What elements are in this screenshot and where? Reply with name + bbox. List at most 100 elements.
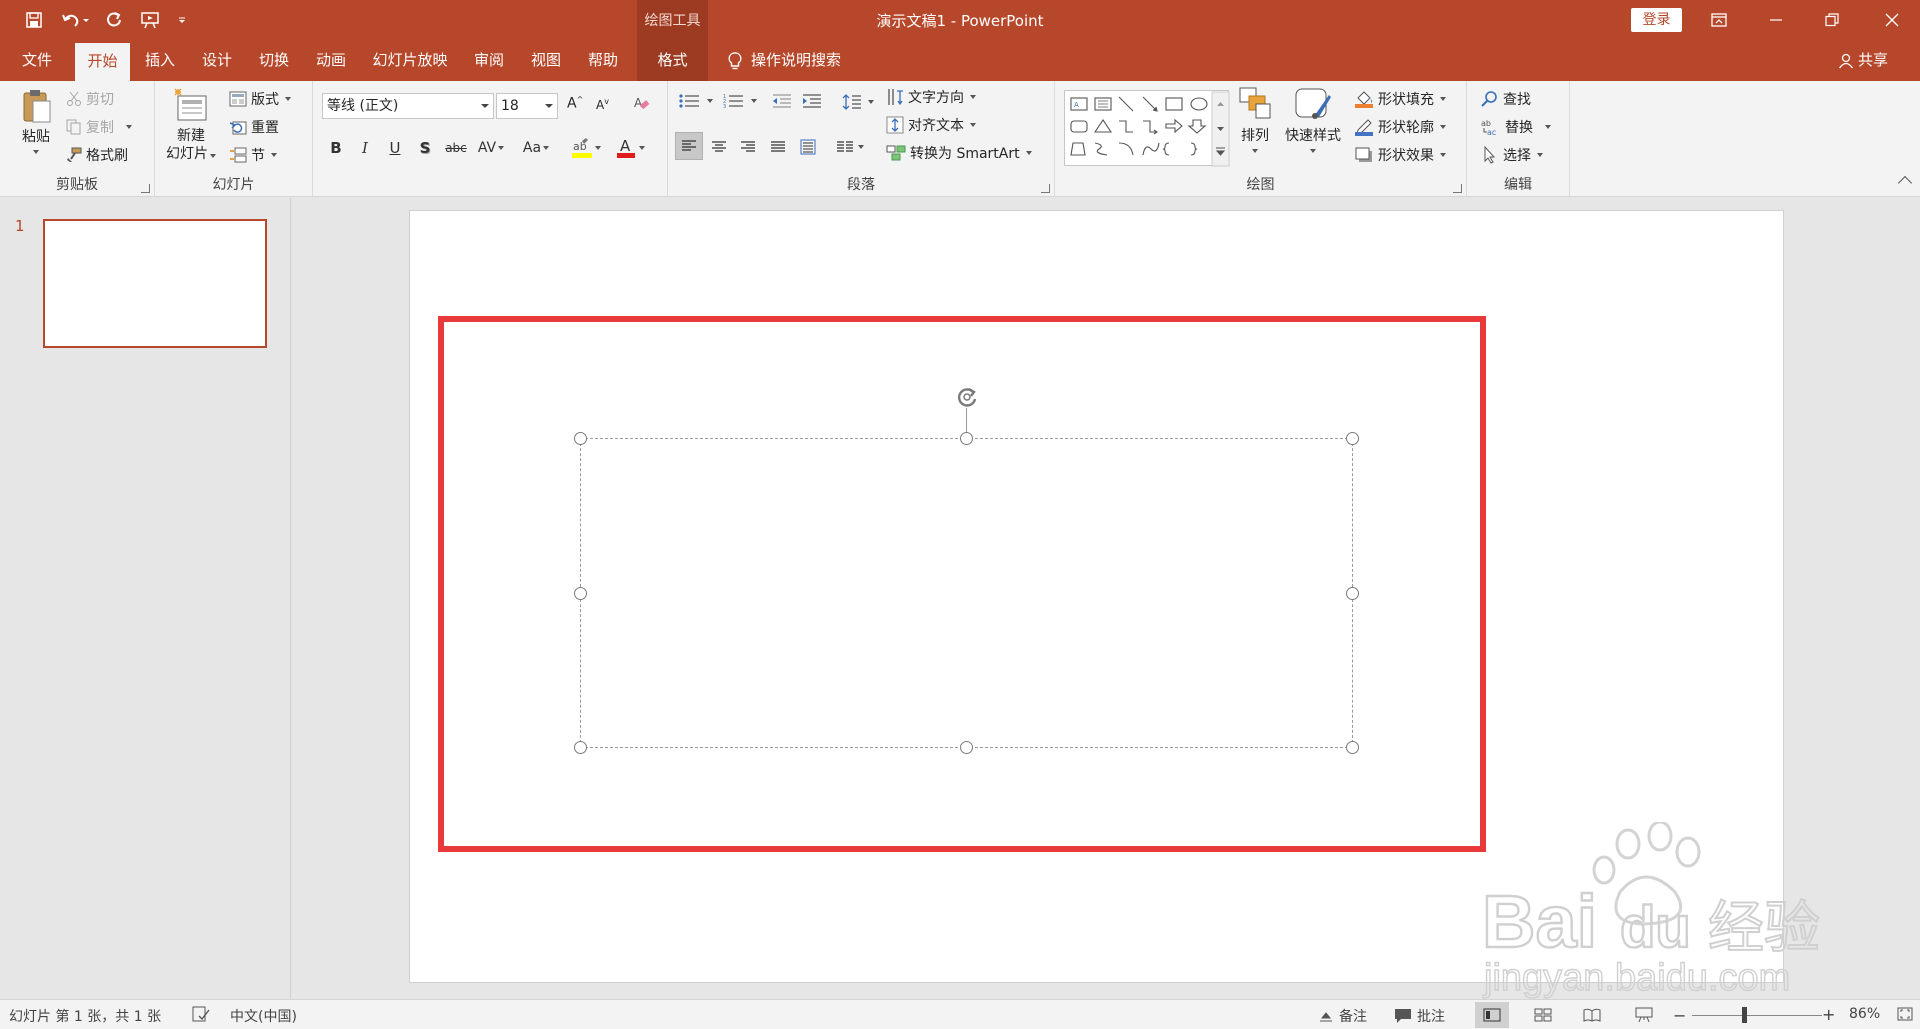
tell-me-search[interactable]: 操作说明搜索 xyxy=(727,40,841,81)
grow-font-button[interactable]: A^ xyxy=(567,95,583,112)
align-center-button[interactable] xyxy=(707,135,731,159)
collapse-ribbon-icon[interactable] xyxy=(1897,175,1913,191)
resize-handle-left[interactable] xyxy=(574,587,587,600)
format-painter-button[interactable]: 格式刷 xyxy=(66,145,128,165)
copy-button[interactable]: 复制 xyxy=(66,117,132,137)
tab-slideshow[interactable]: 幻灯片放映 xyxy=(362,40,458,81)
resize-handle-right[interactable] xyxy=(1346,587,1359,600)
align-text-button[interactable]: 对齐文本 xyxy=(886,115,976,135)
tab-design[interactable]: 设计 xyxy=(191,40,243,81)
arrange-button[interactable]: 排列 xyxy=(1235,85,1275,153)
login-button[interactable]: 登录 xyxy=(1631,8,1682,32)
zoom-slider-track[interactable] xyxy=(1692,1015,1822,1016)
numbering-button[interactable]: 123 xyxy=(723,93,757,109)
zoom-level[interactable]: 86% xyxy=(1849,1006,1880,1022)
close-icon[interactable] xyxy=(1866,0,1918,40)
line-spacing-button[interactable] xyxy=(842,93,874,111)
rotate-handle-icon[interactable] xyxy=(954,384,980,410)
slide-thumbnail[interactable] xyxy=(43,219,267,348)
columns-button[interactable] xyxy=(832,135,868,159)
paragraph-dialog-launcher[interactable] xyxy=(1041,184,1050,193)
slide-sorter-view-icon[interactable] xyxy=(1526,1002,1560,1028)
cut-button[interactable]: 剪切 xyxy=(66,89,114,109)
replace-button[interactable]: ab ac 替换 xyxy=(1481,117,1551,137)
new-slide-button[interactable]: 新建 幻灯片 xyxy=(163,87,219,163)
clipboard-dialog-launcher[interactable] xyxy=(141,184,150,193)
font-size-combo[interactable]: 18 xyxy=(496,93,558,119)
justify-button[interactable] xyxy=(766,135,790,159)
save-icon[interactable] xyxy=(23,9,45,31)
share-button[interactable]: 共享 xyxy=(1838,40,1888,81)
notes-button[interactable]: 备注 xyxy=(1318,1006,1367,1026)
distributed-button[interactable] xyxy=(796,135,820,159)
customize-qat-icon[interactable] xyxy=(175,9,189,31)
bold-button[interactable]: B xyxy=(325,137,347,159)
shape-effects-button[interactable]: 形状效果 xyxy=(1354,145,1446,165)
tab-transitions[interactable]: 切换 xyxy=(248,40,300,81)
reading-view-icon[interactable] xyxy=(1575,1002,1609,1028)
zoom-in-button[interactable]: + xyxy=(1822,1005,1835,1024)
italic-button[interactable]: I xyxy=(354,137,376,159)
decrease-indent-button[interactable] xyxy=(772,93,792,109)
undo-icon[interactable] xyxy=(58,9,92,31)
resize-handle-bottom-left[interactable] xyxy=(574,741,587,754)
restore-icon[interactable] xyxy=(1806,0,1858,40)
underline-button[interactable]: U xyxy=(384,137,406,159)
resize-handle-top-left[interactable] xyxy=(574,432,587,445)
redo-icon[interactable] xyxy=(103,9,125,31)
clear-formatting-button[interactable]: A xyxy=(633,95,651,113)
fit-slide-icon[interactable] xyxy=(1897,1006,1913,1022)
minimize-icon[interactable] xyxy=(1750,0,1802,40)
reset-button[interactable]: 重置 xyxy=(229,117,279,137)
shrink-font-button[interactable]: Av xyxy=(596,97,609,112)
quick-styles-button[interactable]: 快速样式 xyxy=(1281,85,1345,153)
section-button[interactable]: 节 xyxy=(229,145,277,165)
drawing-dialog-launcher[interactable] xyxy=(1453,184,1462,193)
quick-styles-label: 快速样式 xyxy=(1285,128,1341,144)
tab-insert[interactable]: 插入 xyxy=(135,40,185,81)
shape-outline-button[interactable]: 形状轮廓 xyxy=(1354,117,1446,137)
convert-smartart-button[interactable]: 转换为 SmartArt xyxy=(886,143,1032,163)
change-case-button[interactable]: Aa xyxy=(519,137,553,159)
paste-button[interactable]: 粘贴 xyxy=(14,87,58,154)
language-status[interactable]: 中文(中国) xyxy=(230,1006,297,1026)
tab-help[interactable]: 帮助 xyxy=(577,40,629,81)
tab-animations[interactable]: 动画 xyxy=(305,40,357,81)
text-direction-label: 文字方向 xyxy=(908,90,964,106)
text-direction-button[interactable]: 文字方向 xyxy=(886,87,976,107)
find-button[interactable]: 查找 xyxy=(1481,89,1531,109)
tab-format[interactable]: 格式 xyxy=(637,40,708,81)
zoom-out-button[interactable]: − xyxy=(1673,1006,1686,1025)
align-right-button[interactable] xyxy=(736,135,760,159)
shapes-gallery[interactable]: A xyxy=(1064,90,1230,167)
zoom-slider-thumb[interactable] xyxy=(1742,1007,1747,1023)
shape-fill-button[interactable]: 形状填充 xyxy=(1354,89,1446,109)
highlight-color-button[interactable]: ab xyxy=(568,137,604,159)
align-left-button[interactable] xyxy=(675,132,703,160)
resize-handle-top-right[interactable] xyxy=(1346,432,1359,445)
text-shadow-button[interactable]: S xyxy=(414,137,436,159)
select-button[interactable]: 选择 xyxy=(1481,145,1543,165)
comments-button[interactable]: 批注 xyxy=(1394,1006,1445,1026)
resize-handle-bottom-right[interactable] xyxy=(1346,741,1359,754)
selected-textbox[interactable] xyxy=(580,438,1353,748)
character-spacing-button[interactable]: AV xyxy=(476,137,506,159)
normal-view-icon[interactable] xyxy=(1475,1002,1509,1028)
tab-file[interactable]: 文件 xyxy=(8,40,66,81)
slideshow-view-icon[interactable] xyxy=(1627,1002,1661,1028)
font-name-combo[interactable]: 等线 (正文) xyxy=(322,93,494,119)
tab-home[interactable]: 开始 xyxy=(75,43,130,81)
tab-review[interactable]: 审阅 xyxy=(463,40,515,81)
bullets-button[interactable] xyxy=(679,93,713,109)
resize-handle-top[interactable] xyxy=(960,432,973,445)
increase-indent-button[interactable] xyxy=(802,93,822,109)
presentation-start-icon[interactable] xyxy=(137,9,165,31)
tab-view[interactable]: 视图 xyxy=(520,40,572,81)
replace-label: 替换 xyxy=(1505,120,1533,136)
layout-button[interactable]: 版式 xyxy=(229,89,291,109)
resize-handle-bottom[interactable] xyxy=(960,741,973,754)
ribbon-display-options-icon[interactable] xyxy=(1693,0,1745,40)
spell-check-icon[interactable] xyxy=(191,1006,211,1022)
strikethrough-button[interactable]: abc xyxy=(442,137,470,159)
font-color-button[interactable]: A xyxy=(612,137,648,159)
